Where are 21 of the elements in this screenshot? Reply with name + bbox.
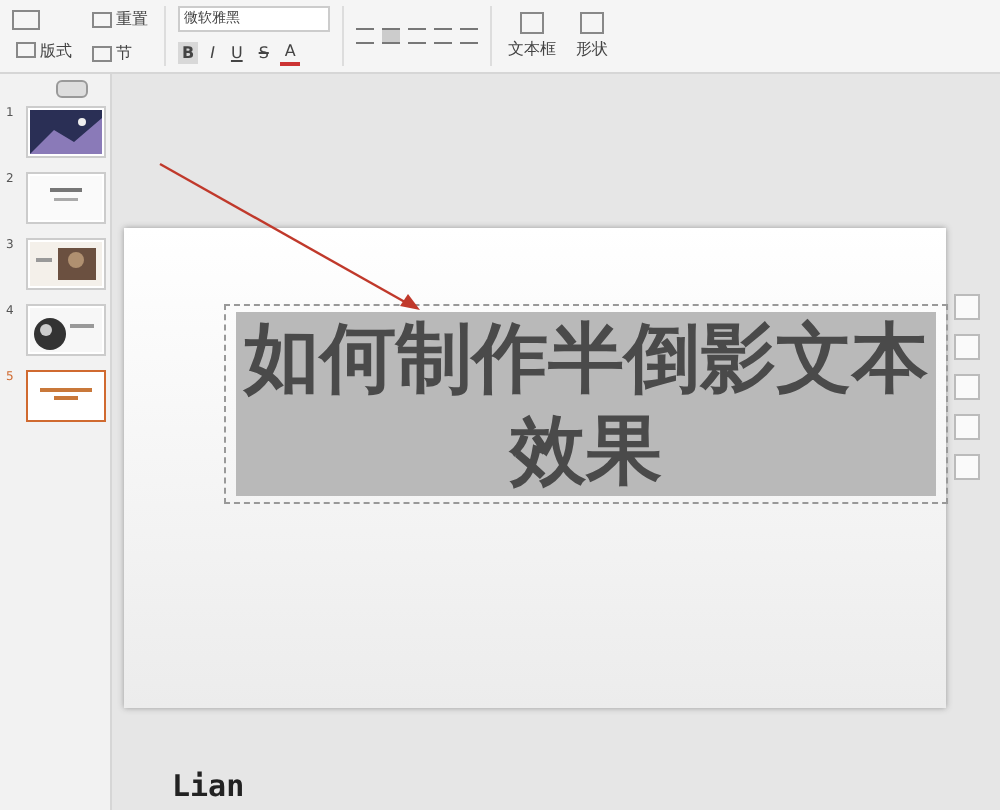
slide-thumbnail[interactable] [26, 172, 106, 224]
format-button[interactable]: B [178, 42, 199, 64]
layout-icon [16, 42, 36, 58]
layout-button[interactable]: 版式 [12, 37, 76, 63]
insert-button[interactable]: 文本框 [504, 10, 560, 62]
format-button[interactable]: A [280, 40, 300, 66]
slide-thumbnail[interactable] [26, 370, 106, 422]
insert-icon [520, 12, 544, 34]
insert-icon [580, 12, 604, 34]
slide-button[interactable]: 重置 [88, 6, 152, 32]
slide-thumbnail[interactable] [26, 304, 106, 356]
slide-button[interactable]: 节 [88, 40, 152, 66]
panel-toggle-icon[interactable] [56, 80, 88, 98]
insert-button[interactable]: 形状 [572, 10, 612, 62]
slide-icon [12, 9, 40, 29]
format-button[interactable]: U [226, 42, 247, 64]
format-button[interactable]: S [254, 42, 273, 64]
slide-thumbnail[interactable] [26, 106, 106, 158]
signature: Lian [172, 768, 245, 804]
slide-thumbnail[interactable] [26, 238, 106, 290]
format-button[interactable]: I [206, 42, 219, 64]
